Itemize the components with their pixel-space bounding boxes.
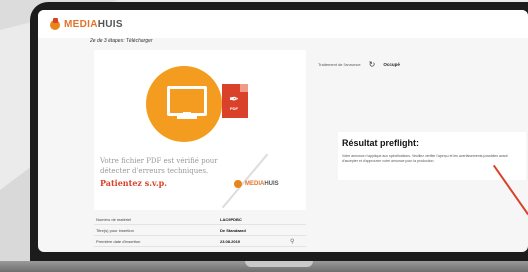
table-row: Numéro de matériel LAC9PDBC (94, 214, 306, 225)
app-screen: MEDIAHUIS 2e de 3 étapes: Télécharger ✒ … (38, 10, 528, 252)
table-row: Titre(s) pour insertion De Standaard (94, 225, 306, 236)
details-table: Numéro de matériel LAC9PDBC Titre(s) pou… (94, 214, 306, 247)
laptop-frame: MEDIAHUIS 2e de 3 étapes: Télécharger ✒ … (30, 2, 528, 266)
pdf-file-icon: ✒ PDF (222, 84, 248, 118)
detail-key: Première date d'insertion (96, 238, 141, 244)
preflight-title: Résultat preflight: (342, 138, 420, 148)
mediahuis-mini-icon (234, 180, 242, 188)
upload-preview: ✒ PDF Votre fichier PDF est vérifié pour… (94, 50, 306, 210)
preview-logo: MEDIAHUIS (234, 180, 279, 188)
patience-message: Patientez s.v.p. (100, 178, 168, 188)
table-row: Première date d'insertion 23.08.2019 ⚲ (94, 236, 306, 247)
detail-value: De Standaard (220, 227, 246, 233)
checking-message: Votre fichier PDF est vérifié pour détec… (100, 157, 218, 175)
preflight-text: Votre annonce n'applique aux spécificati… (342, 154, 508, 163)
logo-text: MEDIAHUIS (64, 19, 123, 30)
mediahuis-logo[interactable]: MEDIAHUIS (50, 17, 123, 30)
detail-key: Titre(s) pour insertion (96, 227, 134, 233)
search-icon[interactable]: ⚲ (290, 238, 304, 245)
top-bar: MEDIAHUIS (38, 10, 528, 38)
detail-value: 23.08.2019 (220, 238, 241, 244)
detail-value: LAC9PDBC (220, 216, 242, 222)
refresh-icon: ↻ (368, 60, 376, 69)
processing-status: Traitement de l'annonce ↻ Occupé (318, 60, 400, 69)
step-indicator: 2e de 3 étapes: Télécharger (90, 38, 153, 44)
mediahuis-logo-icon (50, 17, 60, 30)
processing-label: Traitement de l'annonce (318, 62, 361, 67)
monitor-stand (177, 116, 197, 119)
pdf-label: PDF (230, 106, 238, 111)
mini-logo-text: MEDIAHUIS (245, 181, 279, 187)
detail-key: Numéro de matériel (96, 216, 132, 222)
computer-illustration (146, 66, 222, 142)
acrobat-icon: ✒ (229, 92, 240, 106)
laptop-notch (245, 261, 313, 267)
status-badge: Occupé (383, 62, 400, 67)
